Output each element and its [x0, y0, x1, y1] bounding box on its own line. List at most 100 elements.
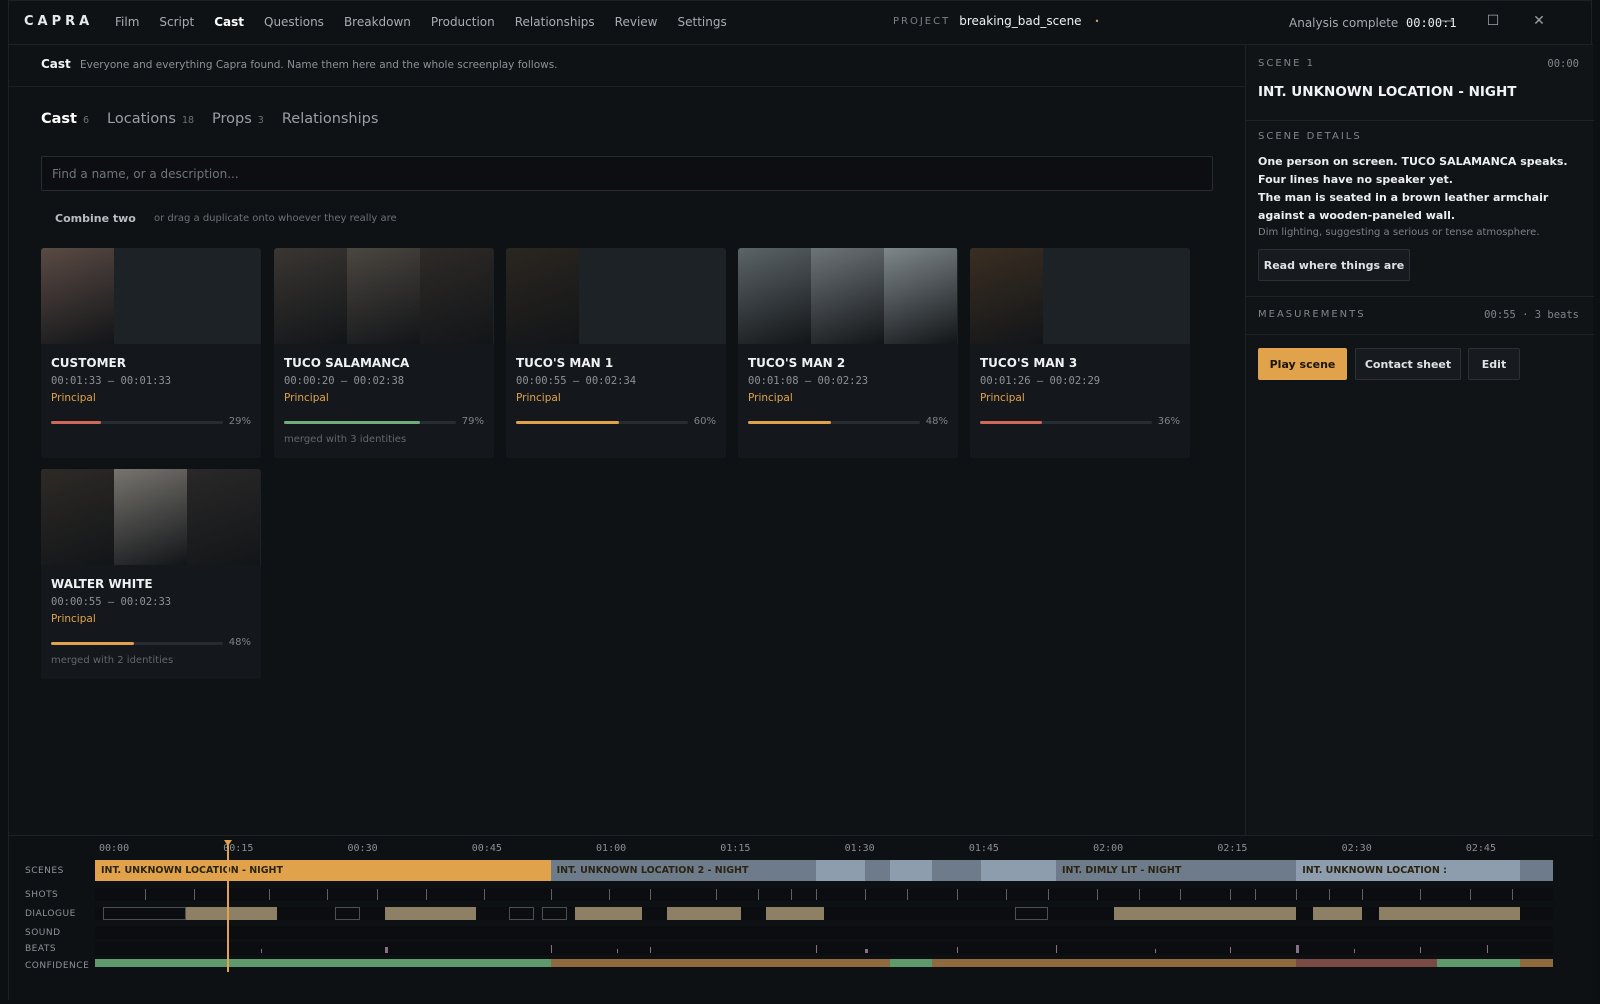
dialogue-block[interactable]	[384, 907, 477, 920]
timeline-tick: 02:00	[1093, 843, 1124, 854]
nav-item-script[interactable]: Script	[159, 15, 194, 29]
tab-relationships[interactable]: Relationships	[282, 111, 379, 127]
nav-item-questions[interactable]: Questions	[264, 15, 324, 29]
merged-note: merged with 2 identities	[51, 655, 174, 666]
page-title: Cast	[41, 57, 71, 71]
dialogue-block[interactable]	[1113, 907, 1297, 920]
page-subtitle: Everyone and everything Capra found. Nam…	[80, 59, 558, 71]
shot-cut	[268, 889, 270, 900]
cast-timecode: 00:01:08 – 00:02:23	[748, 375, 869, 387]
shot-cut	[1006, 889, 1008, 900]
timeline-lane-scenes[interactable]: INT. UNKNOWN LOCATION - NIGHT INT. UNKNOW…	[95, 860, 1553, 881]
dialogue-block[interactable]	[542, 907, 568, 920]
dialogue-block[interactable]	[575, 907, 642, 920]
thumbnail-strip	[41, 469, 261, 565]
nav-item-review[interactable]: Review	[615, 15, 658, 29]
timeline-lane-shots[interactable]	[95, 888, 1553, 901]
scene-segment[interactable]	[865, 860, 891, 881]
cast-timecode: 00:01:33 – 00:01:33	[51, 375, 172, 387]
scene-segment[interactable]: INT. UNKNOWN LOCATION 2 - NIGHT	[550, 860, 816, 881]
tab-props[interactable]: Props 3	[212, 111, 264, 127]
confidence-percent: 48%	[228, 637, 251, 648]
scene-segment[interactable]: INT. UNKNOWN LOCATION - NIGHT	[95, 860, 551, 881]
scene-segment[interactable]	[890, 860, 932, 881]
shot-cut	[608, 889, 610, 900]
confidence-bar	[51, 421, 223, 424]
beat-marker	[1354, 949, 1356, 953]
cast-card[interactable]: CUSTOMER 00:01:33 – 00:01:33 Principal 29%	[41, 248, 261, 458]
playhead[interactable]	[227, 842, 229, 972]
timeline-row-label: DIALOGUE	[25, 909, 76, 919]
thumbnail	[114, 469, 187, 565]
page-header: Cast Everyone and everything Capra found…	[9, 45, 1245, 87]
cast-card[interactable]: TUCO'S MAN 1 00:00:55 – 00:02:34 Principal…	[506, 248, 726, 458]
beat-marker	[1420, 947, 1422, 953]
dialogue-block[interactable]	[1014, 907, 1048, 920]
nav-item-film[interactable]: Film	[115, 15, 139, 29]
cast-card[interactable]: TUCO'S MAN 2 00:01:08 – 00:02:23 Principal…	[738, 248, 958, 458]
dialogue-block[interactable]	[1312, 907, 1363, 920]
scene-segment[interactable]	[981, 860, 1056, 881]
nav-item-cast[interactable]: Cast	[214, 15, 244, 29]
dialogue-block[interactable]	[766, 907, 824, 920]
timeline-row-label: BEATS	[25, 944, 57, 954]
search-input[interactable]	[41, 156, 1213, 191]
scene-segment[interactable]	[931, 860, 982, 881]
nav-item-breakdown[interactable]: Breakdown	[344, 15, 411, 29]
dialogue-block[interactable]	[666, 907, 742, 920]
beat-marker	[956, 947, 958, 953]
scene-segment[interactable]	[815, 860, 866, 881]
contact-sheet-button[interactable]: Contact sheet	[1355, 348, 1461, 380]
nav-item-settings[interactable]: Settings	[678, 15, 727, 29]
maximize-icon[interactable]: ☐	[1481, 9, 1505, 33]
thumbnail	[884, 248, 957, 344]
beat-marker	[384, 947, 388, 953]
timeline-lane-beats[interactable]	[95, 942, 1553, 955]
timeline-tick: 01:45	[968, 843, 999, 854]
project-selector[interactable]: PROJECT breaking_bad_scene •	[893, 14, 1099, 28]
beat-marker	[815, 945, 817, 953]
beat-marker	[1486, 945, 1488, 953]
timeline-lane-dialogue[interactable]	[95, 907, 1553, 920]
thumbnail-strip	[506, 248, 726, 344]
cast-card[interactable]: WALTER WHITE 00:00:55 – 00:02:33 Principal…	[41, 469, 261, 679]
timeline-lane-sound[interactable]	[95, 926, 1553, 939]
timeline-lane-confidence[interactable]	[95, 959, 1553, 967]
dialogue-block[interactable]	[1379, 907, 1520, 920]
beat-marker	[650, 947, 652, 953]
minimize-icon[interactable]: —	[1435, 9, 1459, 33]
beat-marker	[616, 949, 618, 953]
dialogue-block[interactable]	[103, 907, 187, 920]
thumbnail-strip	[970, 248, 1190, 344]
dialogue-block[interactable]	[335, 907, 361, 920]
shot-cut	[906, 889, 908, 900]
close-icon[interactable]: ✕	[1527, 9, 1551, 33]
confidence-percent: 36%	[1157, 416, 1180, 427]
nav-item-production[interactable]: Production	[431, 15, 495, 29]
scene-segment[interactable]: INT. UNKNOWN LOCATION :	[1296, 860, 1520, 881]
confidence-fill	[748, 421, 831, 424]
timeline-tick: 00:30	[347, 843, 378, 854]
scene-segment[interactable]: INT. DIMLY LIT - NIGHT	[1055, 860, 1297, 881]
nav-item-relationships[interactable]: Relationships	[515, 15, 595, 29]
confidence-bar	[748, 421, 920, 424]
combine-two-button[interactable]: Combine two	[55, 212, 136, 225]
thumbnail	[652, 248, 725, 344]
scene-details-text-2: The man is seated in a brown leather arm…	[1258, 191, 1549, 222]
tab-cast[interactable]: Cast 6	[41, 111, 89, 127]
edit-button[interactable]: Edit	[1468, 348, 1520, 380]
tab-locations[interactable]: Locations 18	[107, 111, 194, 127]
shot-cut	[194, 889, 196, 900]
timeline[interactable]: 00:00 00:15 00:30 00:45 01:00 01:15 01:30 01:45…	[9, 835, 1593, 1001]
confidence-percent: 48%	[925, 416, 948, 427]
scene-segment[interactable]	[1519, 860, 1553, 881]
dialogue-block[interactable]	[186, 907, 278, 920]
play-scene-button[interactable]: Play scene	[1258, 348, 1347, 380]
cast-name: TUCO SALAMANCA	[284, 356, 410, 370]
read-where-things-are-button[interactable]: Read where things are	[1258, 249, 1410, 281]
dialogue-block[interactable]	[509, 907, 535, 920]
cast-card[interactable]: TUCO'S MAN 3 00:01:26 – 00:02:29 Principal…	[970, 248, 1190, 458]
beat-marker	[865, 949, 869, 953]
divider	[1246, 296, 1594, 297]
cast-card[interactable]: TUCO SALAMANCA 00:00:20 – 00:02:38 Princip…	[274, 248, 494, 458]
